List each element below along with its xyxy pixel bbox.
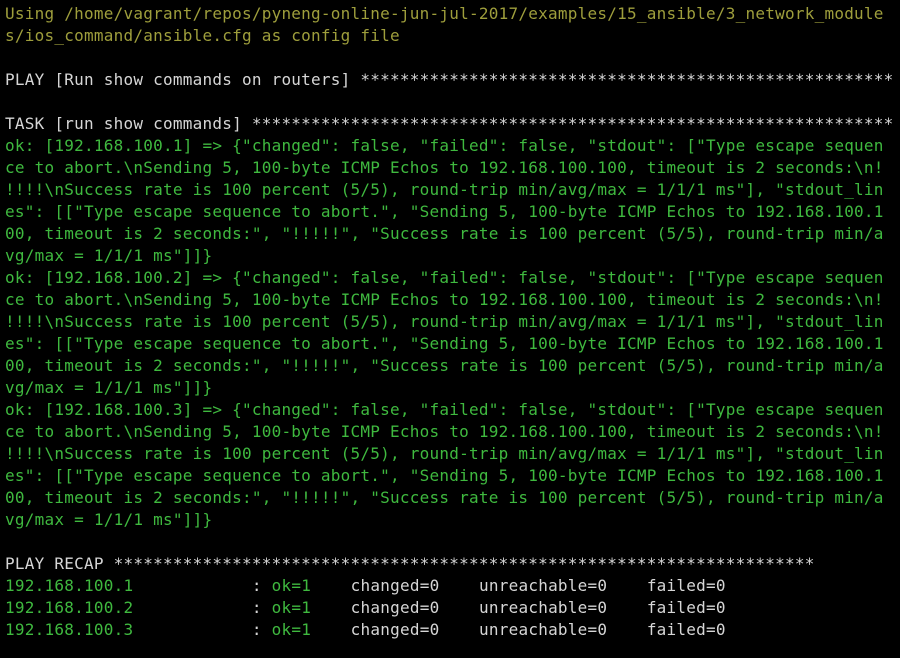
recap-unreachable: unreachable=0 [478, 620, 608, 639]
recap-gap [439, 576, 479, 595]
recap-separator: : [133, 576, 272, 595]
recap-ok: ok=1 [271, 576, 312, 595]
recap-gap [607, 576, 647, 595]
ok-output-line: !!!!\nSuccess rate is 100 percent (5/5),… [5, 312, 884, 331]
ok-output-line: es": [["Type escape sequence to abort.",… [5, 466, 884, 485]
ok-output-line: es": [["Type escape sequence to abort.",… [5, 202, 884, 221]
recap-gap [311, 598, 351, 617]
recap-failed: failed=0 [646, 576, 726, 595]
recap-row: 192.168.100.1 : ok=1 changed=0 unreachab… [5, 575, 726, 597]
ok-output-line: 00, timeout is 2 seconds:", "!!!!!", "Su… [5, 356, 884, 375]
ok-output-line: !!!!\nSuccess rate is 100 percent (5/5),… [5, 180, 884, 199]
recap-changed: changed=0 [350, 620, 440, 639]
recap-row: 192.168.100.2 : ok=1 changed=0 unreachab… [5, 597, 726, 619]
recap-host: 192.168.100.1 [5, 576, 134, 595]
recap-unreachable: unreachable=0 [478, 598, 608, 617]
ok-output-line: ce to abort.\nSending 5, 100-byte ICMP E… [5, 290, 884, 309]
recap-changed: changed=0 [350, 598, 440, 617]
ok-output-line: ok: [192.168.100.1] => {"changed": false… [5, 136, 884, 155]
recap-gap [607, 620, 647, 639]
recap-header: PLAY RECAP *****************************… [5, 554, 815, 573]
recap-host: 192.168.100.2 [5, 598, 134, 617]
ok-output-line: ce to abort.\nSending 5, 100-byte ICMP E… [5, 158, 884, 177]
ok-output-line: vg/max = 1/1/1 ms"]]} [5, 510, 213, 529]
recap-changed: changed=0 [350, 576, 440, 595]
recap-gap [311, 620, 351, 639]
ok-output-line: !!!!\nSuccess rate is 100 percent (5/5),… [5, 444, 884, 463]
ok-output-line: vg/max = 1/1/1 ms"]]} [5, 378, 213, 397]
ok-output-line: ce to abort.\nSending 5, 100-byte ICMP E… [5, 422, 884, 441]
recap-ok: ok=1 [271, 598, 312, 617]
ok-output-line: vg/max = 1/1/1 ms"]]} [5, 246, 213, 265]
recap-separator: : [133, 598, 272, 617]
ok-output-line: ok: [192.168.100.3] => {"changed": false… [5, 400, 884, 419]
recap-ok: ok=1 [271, 620, 312, 639]
task-header: TASK [run show commands] ***************… [5, 114, 894, 133]
recap-gap [439, 598, 479, 617]
recap-failed: failed=0 [646, 620, 726, 639]
recap-gap [311, 576, 351, 595]
recap-unreachable: unreachable=0 [478, 576, 608, 595]
recap-gap [439, 620, 479, 639]
config-line: s/ios_command/ansible.cfg as config file [5, 26, 400, 45]
ok-output-line: 00, timeout is 2 seconds:", "!!!!!", "Su… [5, 224, 884, 243]
ok-output-line: es": [["Type escape sequence to abort.",… [5, 334, 884, 353]
recap-failed: failed=0 [646, 598, 726, 617]
play-header: PLAY [Run show commands on routers] ****… [5, 70, 894, 89]
recap-host: 192.168.100.3 [5, 620, 134, 639]
config-line: Using /home/vagrant/repos/pyneng-online-… [5, 4, 884, 23]
ok-output-line: ok: [192.168.100.2] => {"changed": false… [5, 268, 884, 287]
recap-separator: : [133, 620, 272, 639]
terminal-window[interactable]: Using /home/vagrant/repos/pyneng-online-… [0, 0, 900, 658]
recap-row: 192.168.100.3 : ok=1 changed=0 unreachab… [5, 619, 726, 641]
recap-gap [607, 598, 647, 617]
ok-output-line: 00, timeout is 2 seconds:", "!!!!!", "Su… [5, 488, 884, 507]
